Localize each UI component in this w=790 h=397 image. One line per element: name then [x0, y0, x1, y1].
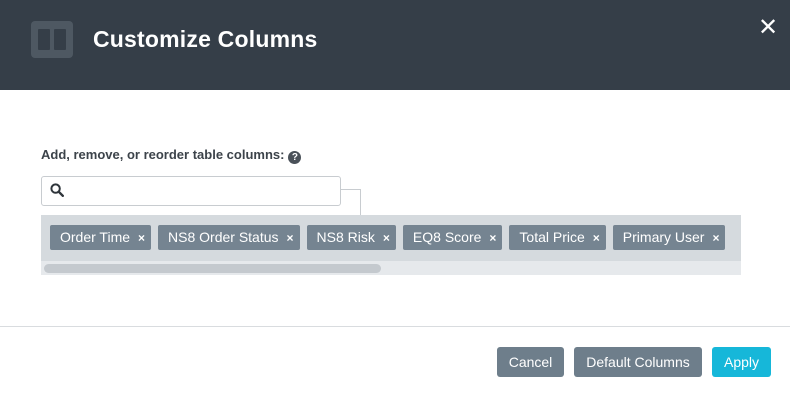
default-columns-button[interactable]: Default Columns — [574, 347, 702, 377]
column-chip[interactable]: EQ8 Score × — [402, 225, 503, 251]
column-chip[interactable]: Total Price × — [509, 225, 606, 251]
column-chip-label: NS8 Order Status — [168, 229, 279, 245]
column-chip-label: Total Price — [519, 229, 585, 245]
column-chip-label: Primary User — [622, 229, 705, 245]
column-chip[interactable]: Order Time × — [50, 225, 152, 251]
column-search-box[interactable] — [41, 176, 341, 206]
remove-icon[interactable]: × — [138, 226, 145, 251]
column-chip-label: Order Time — [60, 229, 131, 245]
cancel-button[interactable]: Cancel — [497, 347, 564, 377]
column-chip-list: Order Time × NS8 Order Status × NS8 Risk × EQ8… — [50, 225, 732, 250]
footer-divider — [0, 326, 790, 327]
apply-button[interactable]: Apply — [712, 347, 771, 377]
column-chip[interactable]: NS8 Order Status × — [158, 225, 300, 250]
horizontal-scrollbar-thumb[interactable] — [44, 264, 381, 273]
question-circle-icon[interactable]: ? — [288, 151, 302, 164]
search-icon — [50, 183, 64, 197]
remove-icon[interactable]: × — [593, 226, 600, 251]
column-chip[interactable]: Primary User × — [612, 225, 726, 251]
remove-icon[interactable]: × — [712, 226, 719, 251]
close-icon[interactable]: ✕ — [757, 16, 779, 40]
column-chip-label: EQ8 Score — [412, 229, 482, 245]
instructions-label-row: Add, remove, or reorder table columns:? — [41, 147, 302, 164]
column-chip-label: NS8 Risk — [316, 229, 375, 245]
selected-columns-area[interactable]: Order Time × NS8 Order Status × NS8 Risk × EQ8… — [41, 215, 741, 275]
columns-icon — [31, 21, 73, 58]
remove-icon[interactable]: × — [383, 226, 390, 251]
remove-icon[interactable]: × — [287, 226, 294, 251]
modal-header: Customize Columns ✕ — [0, 0, 790, 90]
column-search-input[interactable] — [70, 179, 336, 203]
search-connector-line — [340, 189, 361, 215]
column-chip[interactable]: NS8 Risk × — [306, 225, 396, 251]
remove-icon[interactable]: × — [489, 226, 496, 251]
instructions-label: Add, remove, or reorder table columns: — [41, 147, 285, 162]
modal-title: Customize Columns — [93, 26, 318, 52]
